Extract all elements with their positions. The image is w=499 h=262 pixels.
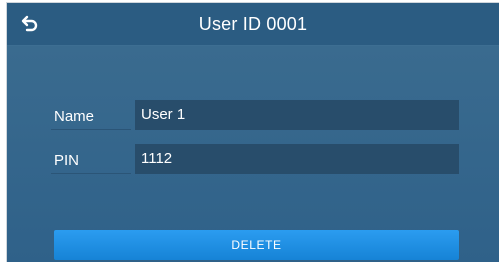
pin-row: PIN 1112	[51, 144, 459, 174]
pin-field[interactable]: 1112	[135, 144, 459, 174]
header-bar: User ID 0001	[7, 3, 499, 46]
form-area: Name User 1 PIN 1112 DELETE	[7, 46, 499, 262]
name-row: Name User 1	[51, 100, 459, 130]
app-window: User ID 0001 Name User 1 PIN 1112 DELETE	[6, 2, 499, 262]
name-label: Name	[51, 100, 131, 130]
page-title: User ID 0001	[198, 14, 308, 34]
delete-button[interactable]: DELETE	[54, 230, 459, 260]
pin-label: PIN	[51, 144, 131, 174]
name-field[interactable]: User 1	[135, 100, 459, 130]
